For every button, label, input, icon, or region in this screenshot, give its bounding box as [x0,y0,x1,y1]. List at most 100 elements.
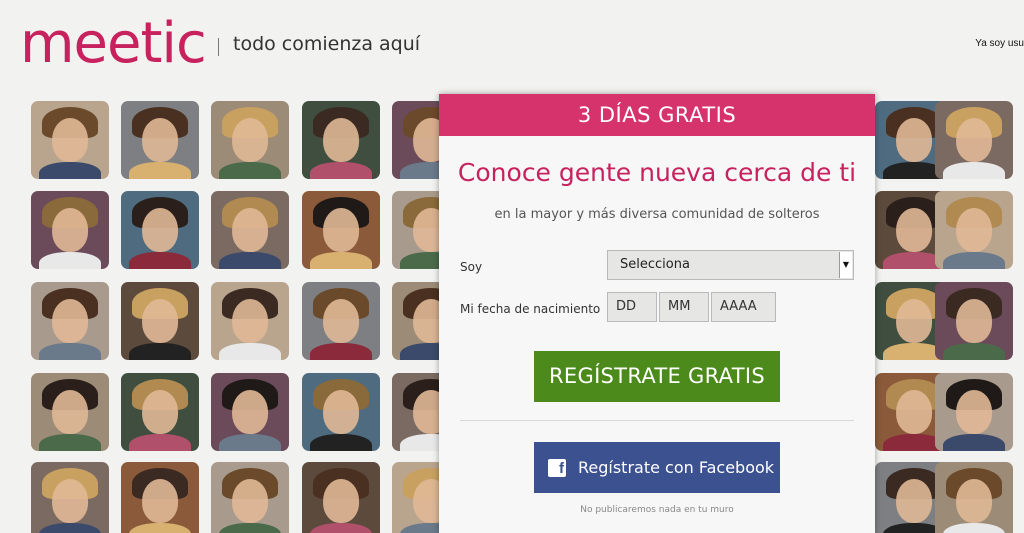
photo-face [896,299,932,343]
photo-torso [38,161,102,179]
photo-torso [942,522,1006,533]
photo-torso [38,433,102,451]
photo-face [896,208,932,252]
photo-torso [128,342,192,360]
modal-headline: Conoce gente nueva cerca de ti [457,158,857,187]
photo-torso [218,161,282,179]
facebook-note: No publicaremos nada en tu muro [580,505,734,515]
photo-torso [128,433,192,451]
gender-select[interactable]: Selecciona ▼ [607,250,854,280]
chevron-down-icon[interactable]: ▼ [839,252,852,278]
member-photo[interactable] [211,191,289,269]
photo-face [323,118,359,162]
member-photo[interactable] [302,191,380,269]
member-photo[interactable] [31,101,109,179]
photo-face [956,390,992,434]
photo-torso [309,433,373,451]
member-photo[interactable] [302,101,380,179]
member-photo[interactable] [935,101,1013,179]
gender-select-value: Selecciona [620,257,690,272]
photo-face [896,118,932,162]
promo-banner: 3 DÍAS GRATIS [439,94,875,136]
member-photo[interactable] [121,101,199,179]
photo-face [232,208,268,252]
photo-face [52,479,88,523]
photo-face [142,118,178,162]
photo-torso [38,342,102,360]
member-photo[interactable] [31,282,109,360]
photo-face [323,299,359,343]
photo-face [956,208,992,252]
member-photo[interactable] [121,462,199,533]
photo-face [956,479,992,523]
soy-label: Soy [460,260,483,274]
photo-face [232,390,268,434]
member-photo[interactable] [302,373,380,451]
signup-modal: 3 DÍAS GRATIS Conoce gente nueva cerca d… [439,94,875,533]
facebook-register-button[interactable]: f Regístrate con Facebook [534,442,780,493]
facebook-button-label: Regístrate con Facebook [578,458,775,477]
member-photo[interactable] [211,101,289,179]
photo-face [956,299,992,343]
member-photo[interactable] [935,462,1013,533]
photo-torso [309,161,373,179]
member-photo[interactable] [121,191,199,269]
photo-face [52,208,88,252]
birthdate-label: Mi fecha de nacimiento [460,302,601,316]
birth-year-input[interactable]: AAAA [711,292,776,322]
member-photo[interactable] [31,191,109,269]
photo-torso [942,161,1006,179]
member-photo[interactable] [211,373,289,451]
member-photo[interactable] [31,373,109,451]
photo-face [142,479,178,523]
register-free-button[interactable]: REGÍSTRATE GRATIS [534,351,780,402]
meetic-logo[interactable]: meetic [20,14,207,74]
photo-torso [218,433,282,451]
site-header: meetic todo comienza aquí Ya soy usu [0,0,1024,90]
photo-face [232,118,268,162]
photo-face [323,479,359,523]
photo-torso [942,433,1006,451]
photo-face [956,118,992,162]
member-photo[interactable] [121,373,199,451]
photo-face [323,208,359,252]
member-photo[interactable] [935,191,1013,269]
photo-face [323,390,359,434]
photo-torso [309,251,373,269]
divider [460,420,854,421]
member-photo[interactable] [302,462,380,533]
photo-torso [309,522,373,533]
header-divider [218,38,219,56]
photo-torso [128,161,192,179]
member-photo[interactable] [935,373,1013,451]
member-photo[interactable] [935,282,1013,360]
facebook-icon: f [548,459,566,477]
photo-face [52,299,88,343]
modal-subheadline: en la mayor y más diversa comunidad de s… [494,207,820,222]
photo-face [52,118,88,162]
photo-torso [38,251,102,269]
tagline: todo comienza aquí [233,33,421,55]
birth-day-input[interactable]: DD [607,292,657,322]
member-photo[interactable] [121,282,199,360]
member-photo[interactable] [211,282,289,360]
photo-face [896,479,932,523]
photo-torso [218,342,282,360]
birth-month-input[interactable]: MM [659,292,709,322]
photo-face [142,390,178,434]
photo-torso [38,522,102,533]
photo-face [896,390,932,434]
member-photo[interactable] [211,462,289,533]
photo-torso [218,251,282,269]
photo-face [142,208,178,252]
photo-face [52,390,88,434]
photo-torso [128,522,192,533]
member-photo[interactable] [302,282,380,360]
photo-face [232,299,268,343]
login-link[interactable]: Ya soy usu [975,38,1024,49]
member-photo[interactable] [31,462,109,533]
photo-face [142,299,178,343]
photo-torso [218,522,282,533]
photo-torso [942,342,1006,360]
photo-torso [128,251,192,269]
